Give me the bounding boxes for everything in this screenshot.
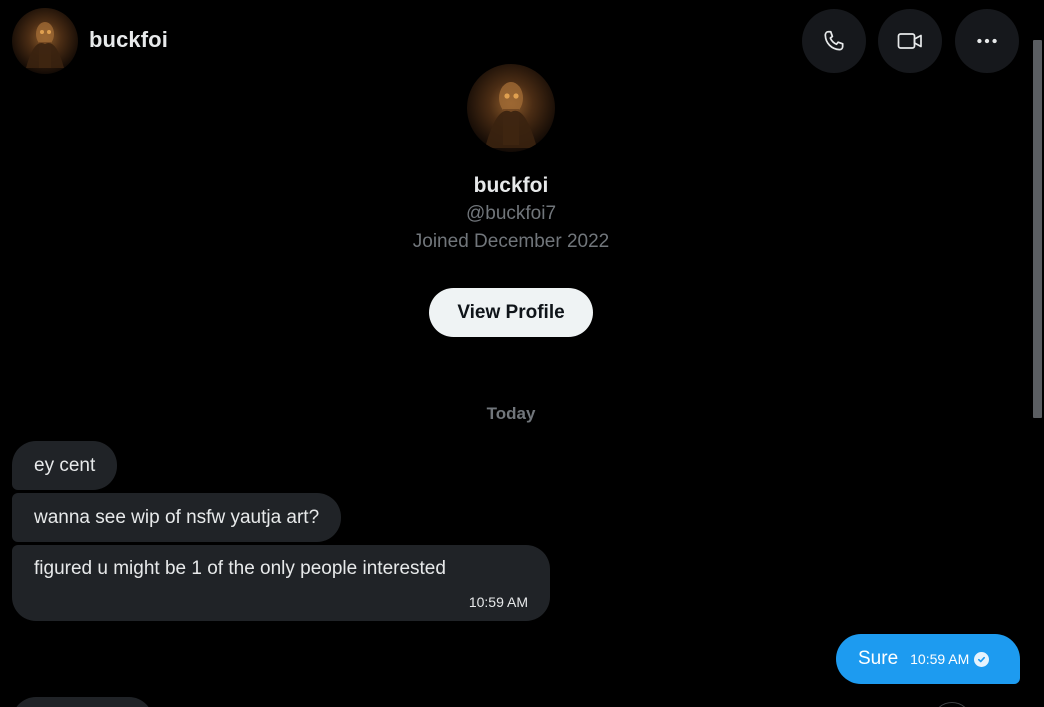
message-timestamp: 10:59 AM xyxy=(468,594,528,610)
message-text: figured u might be 1 of the only people … xyxy=(34,558,446,579)
scroll-down-button[interactable] xyxy=(932,702,972,707)
user-avatar-image xyxy=(467,64,555,152)
message-timestamp: 10:59 AM xyxy=(910,651,970,667)
message-text: ey cent xyxy=(34,455,96,476)
message-text: Sure xyxy=(858,648,899,669)
read-receipt-check-icon xyxy=(974,651,990,667)
avatar[interactable] xyxy=(12,8,78,74)
user-avatar-image xyxy=(12,8,78,74)
video-call-button[interactable] xyxy=(878,9,942,73)
view-profile-button[interactable]: View Profile xyxy=(429,288,593,337)
call-button[interactable] xyxy=(802,9,866,73)
profile-handle: @buckfoi7 xyxy=(465,203,557,224)
received-message[interactable]: figured u might be 1 of the only people … xyxy=(12,545,550,621)
profile-display-name: buckfoi xyxy=(473,174,549,197)
phone-icon xyxy=(824,30,844,51)
header-username: buckfoi xyxy=(89,27,168,52)
profile-avatar[interactable] xyxy=(467,64,555,152)
received-message[interactable]: wanna see wip of nsfw yautja art? xyxy=(12,493,342,542)
dm-conversation-view: buckfoi buckfoi @buckfoi7 Joined Decembe… xyxy=(0,0,1044,707)
profile-joined-date: Joined December 2022 xyxy=(412,231,610,252)
sent-message[interactable]: Sure 10:59 AM xyxy=(836,634,1020,684)
received-message[interactable]: ey cent xyxy=(12,441,118,490)
video-icon xyxy=(897,33,922,49)
more-horizontal-icon xyxy=(977,38,997,44)
received-message-partial[interactable] xyxy=(12,697,153,707)
more-options-button[interactable] xyxy=(955,9,1019,73)
message-text: wanna see wip of nsfw yautja art? xyxy=(34,507,320,528)
scrollbar[interactable] xyxy=(1030,0,1044,707)
scrollbar-thumb[interactable] xyxy=(1033,40,1042,418)
date-divider: Today xyxy=(486,404,536,423)
